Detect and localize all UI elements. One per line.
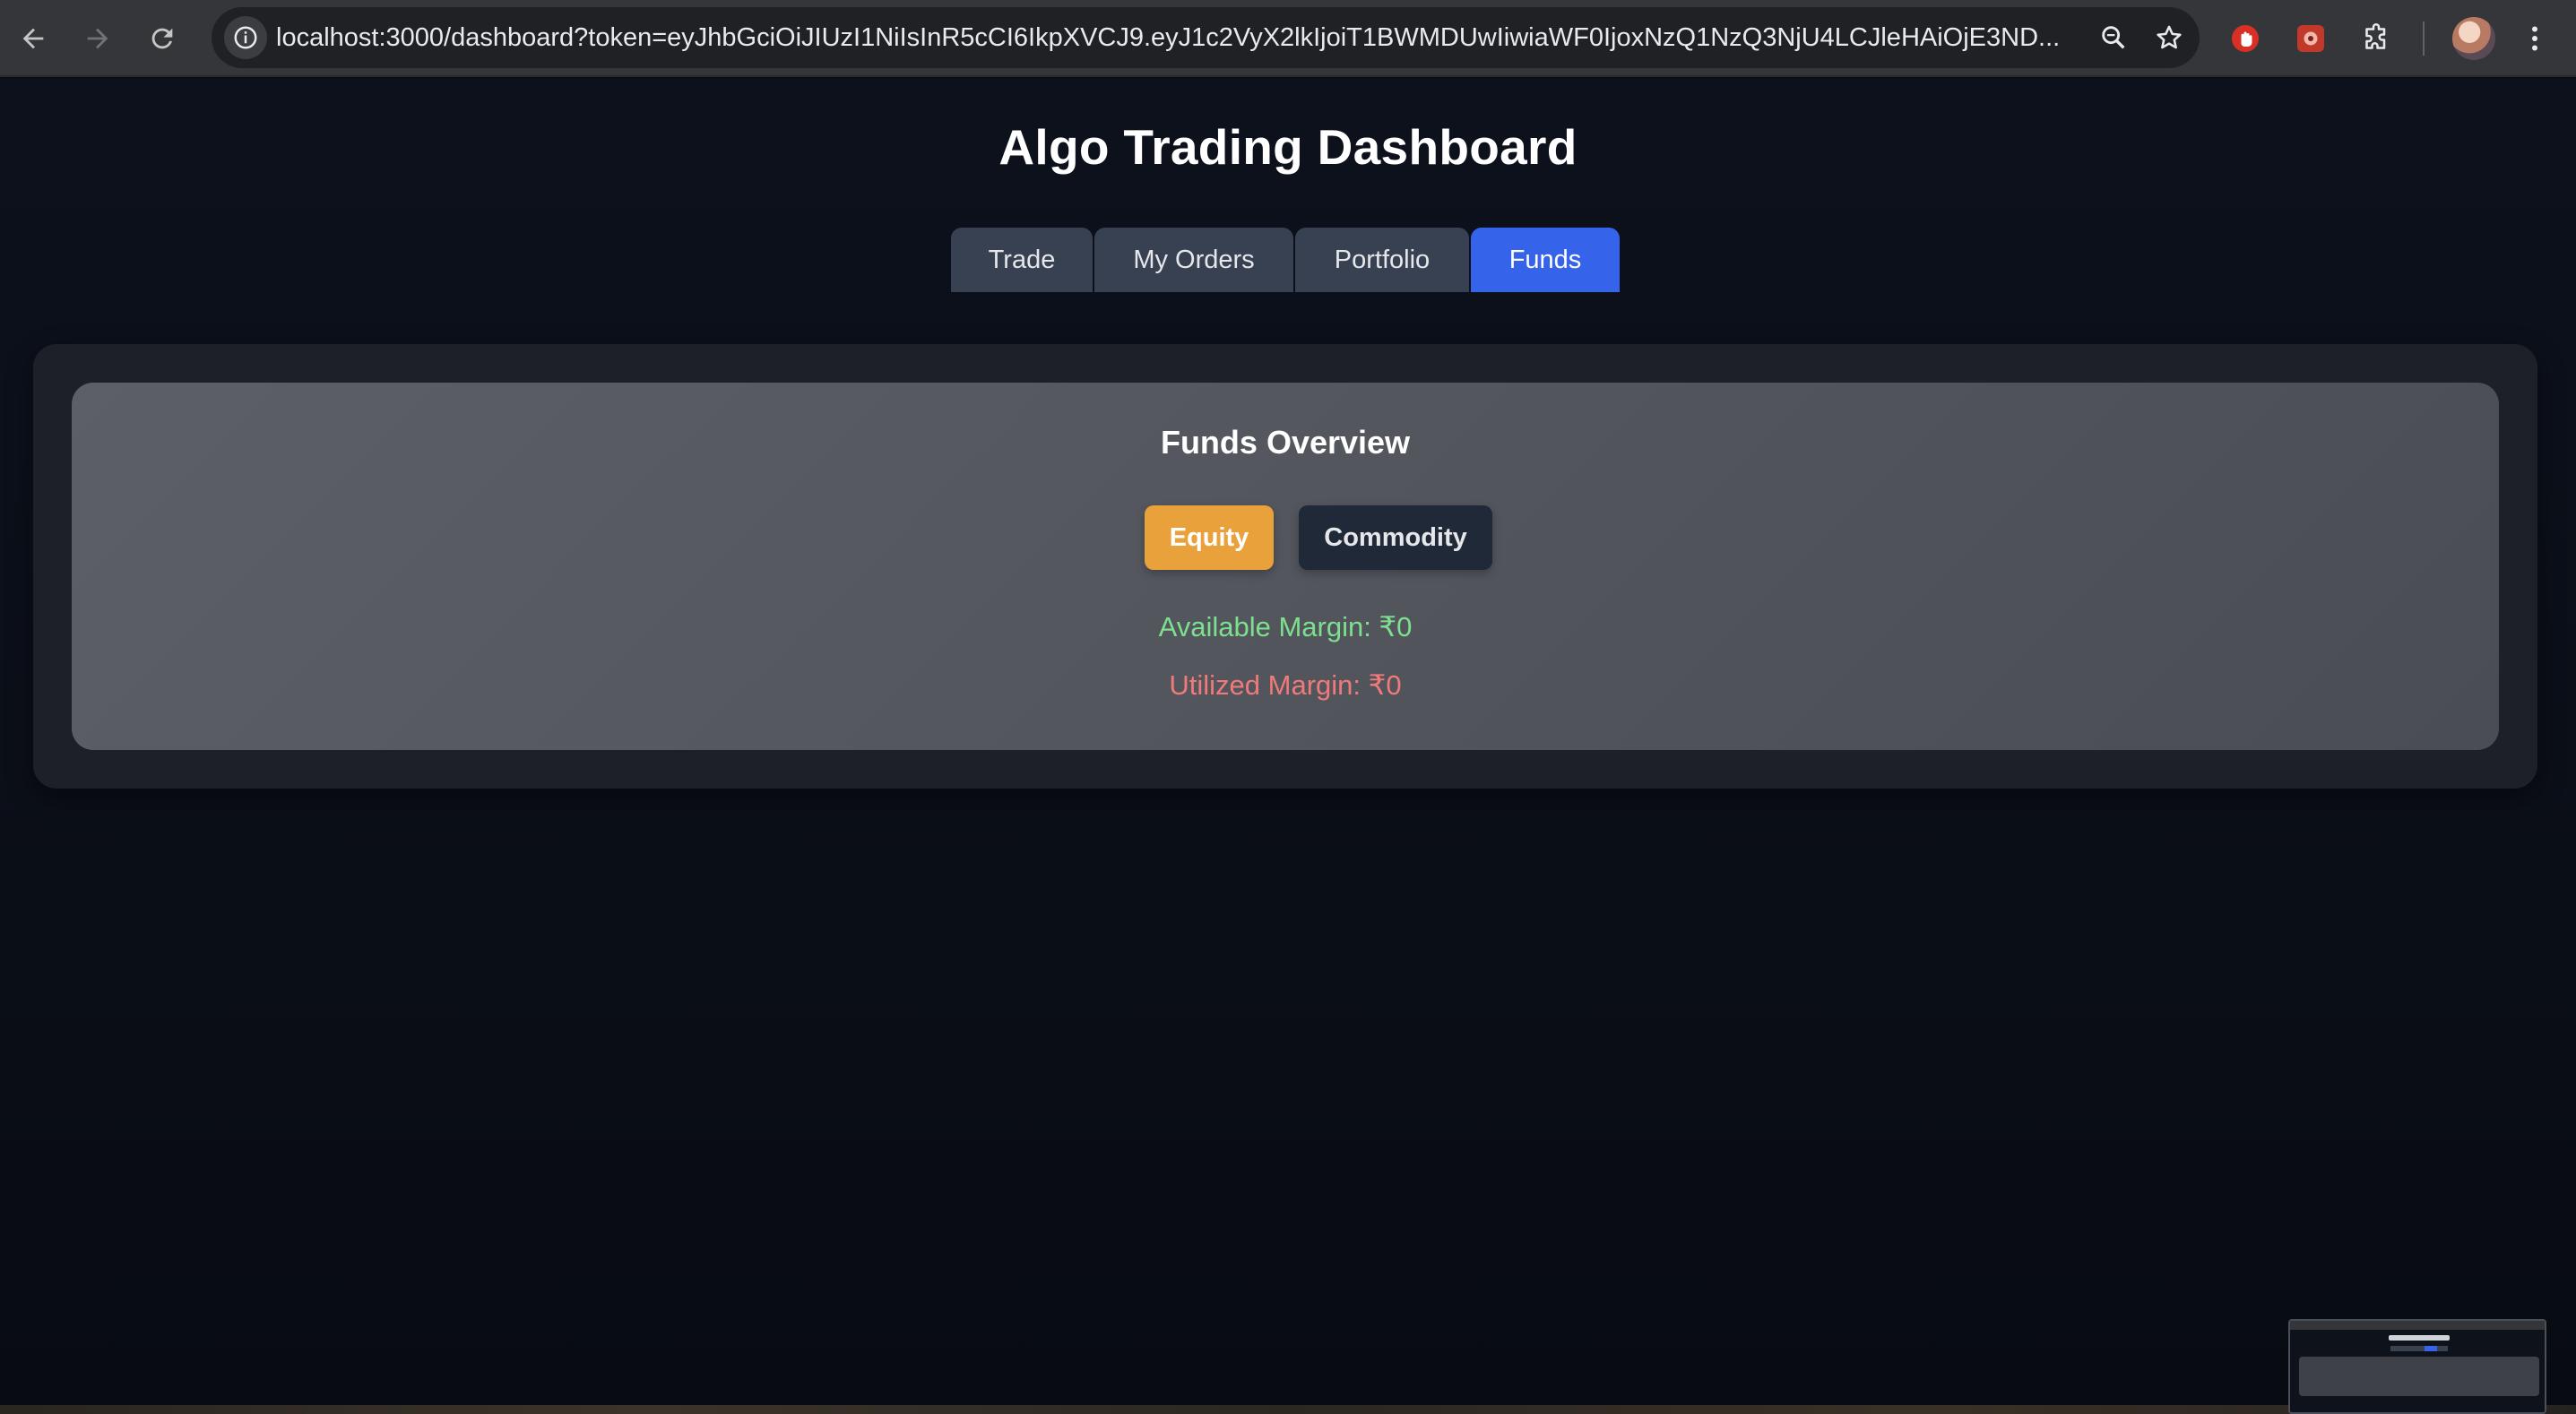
- toolbar-divider: [2423, 22, 2425, 56]
- tab-my-orders[interactable]: My Orders: [1094, 228, 1293, 292]
- equity-button[interactable]: Equity: [1145, 505, 1274, 570]
- back-icon[interactable]: [11, 16, 56, 61]
- page-title: Algo Trading Dashboard: [998, 119, 1578, 175]
- chrome-menu-icon[interactable]: [2513, 17, 2556, 60]
- commodity-button[interactable]: Commodity: [1299, 505, 1492, 570]
- main-tabs: Trade My Orders Portfolio Funds: [951, 228, 1620, 292]
- thumbnail-title: [2389, 1335, 2450, 1341]
- thumbnail-tabs: [2390, 1346, 2448, 1351]
- tab-portfolio[interactable]: Portfolio: [1295, 228, 1469, 292]
- reload-icon[interactable]: [140, 16, 185, 61]
- desktop-strip: [0, 1405, 2576, 1414]
- tab-trade[interactable]: Trade: [951, 228, 1093, 292]
- funds-overview-title: Funds Overview: [1160, 424, 1411, 461]
- address-bar[interactable]: localhost:3000/dashboard?token=eyJhbGciO…: [212, 7, 2200, 68]
- thumbnail-active-tab: [2425, 1346, 2437, 1351]
- extension-stop-icon[interactable]: [2224, 17, 2267, 60]
- available-margin: Available Margin: ₹0: [1158, 611, 1413, 642]
- extension-pixel-icon[interactable]: [2289, 17, 2332, 60]
- extensions-puzzle-icon[interactable]: [2355, 17, 2398, 60]
- content-panel: Funds Overview Equity Commodity Availabl…: [33, 344, 2537, 789]
- zoom-icon[interactable]: [2094, 18, 2133, 57]
- thumbnail-panel: [2299, 1357, 2539, 1396]
- browser-toolbar: localhost:3000/dashboard?token=eyJhbGciO…: [0, 0, 2576, 77]
- utilized-margin: Utilized Margin: ₹0: [1169, 669, 1402, 701]
- funds-overview-card: Funds Overview Equity Commodity Availabl…: [72, 383, 2499, 750]
- forward-icon[interactable]: [75, 16, 120, 61]
- thumbnail-toolbar: [2290, 1321, 2545, 1330]
- segment-toggle: Equity Commodity: [1145, 505, 1492, 570]
- bookmark-star-icon[interactable]: [2149, 18, 2189, 57]
- profile-avatar[interactable]: [2452, 17, 2495, 60]
- tab-funds[interactable]: Funds: [1471, 228, 1620, 292]
- dashboard-page: Algo Trading Dashboard Trade My Orders P…: [0, 79, 2576, 1414]
- window-thumbnail[interactable]: [2288, 1319, 2546, 1414]
- url-text[interactable]: localhost:3000/dashboard?token=eyJhbGciO…: [276, 7, 2069, 68]
- site-info-icon[interactable]: [224, 16, 267, 59]
